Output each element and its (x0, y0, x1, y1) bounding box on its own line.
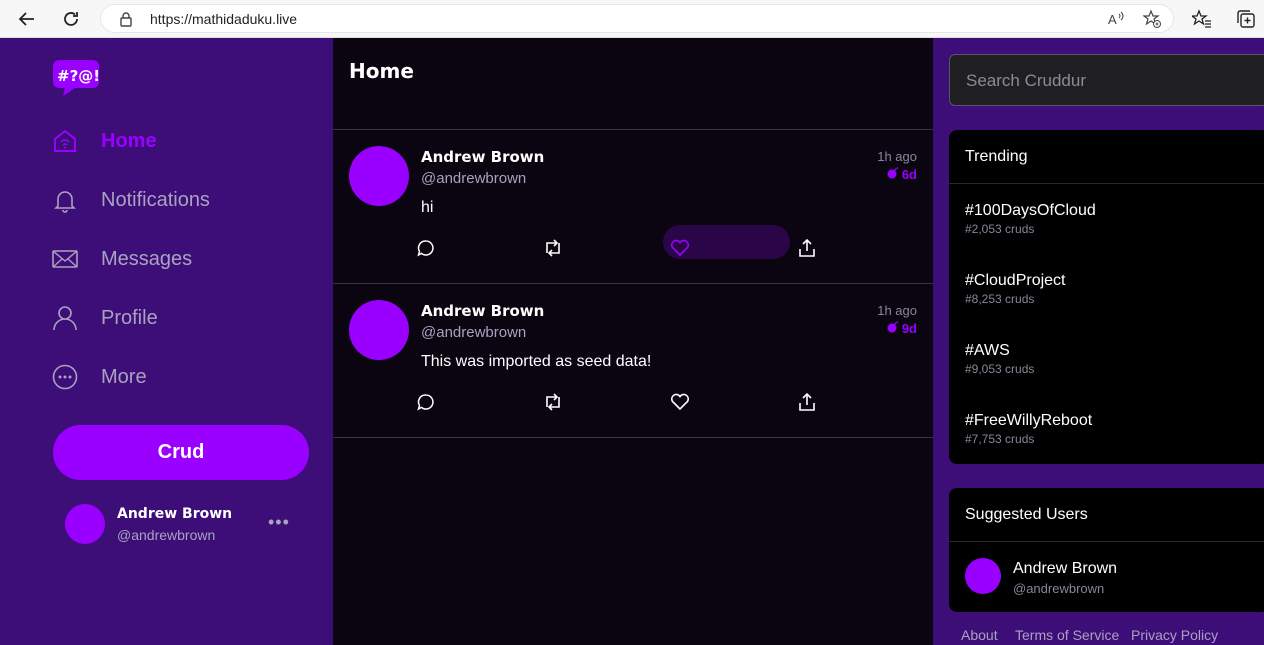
post-author-name[interactable]: Andrew Brown (421, 148, 544, 166)
nav-more-label: More (101, 365, 147, 388)
trend-item[interactable]: #100DaysOfCloud #2,053 cruds (965, 202, 1096, 236)
bell-icon (52, 187, 78, 213)
user-menu-button[interactable]: ••• (268, 512, 290, 533)
avatar[interactable] (349, 146, 409, 206)
current-user[interactable]: Andrew Brown @andrewbrown ••• (65, 504, 305, 548)
post-author-name[interactable]: Andrew Brown (421, 302, 544, 320)
like-icon[interactable] (666, 388, 694, 416)
search-placeholder: Search Cruddur (966, 71, 1087, 90)
current-user-name: Andrew Brown (117, 506, 233, 522)
post-text: hi (421, 199, 434, 216)
nav-messages[interactable]: Messages (52, 239, 192, 279)
post-expiry: 9d (886, 320, 917, 336)
browser-toolbar: https://mathidaduku.live A (0, 0, 1264, 38)
repost-icon[interactable] (539, 388, 567, 416)
nav-notifications-label: Notifications (101, 188, 210, 211)
envelope-icon (52, 246, 78, 272)
nav-profile[interactable]: Profile (52, 298, 158, 338)
bomb-icon (886, 166, 899, 182)
trend-count: #2,053 cruds (965, 222, 1035, 236)
refresh-icon[interactable] (58, 6, 84, 32)
page-title: Home (349, 59, 414, 83)
footer-about-link[interactable]: About (961, 627, 998, 643)
address-bar[interactable]: https://mathidaduku.live A (100, 4, 1174, 33)
current-user-handle: @andrewbrown (117, 527, 216, 543)
post-author-handle[interactable]: @andrewbrown (421, 170, 526, 187)
post-expiry-value: 9d (901, 320, 917, 336)
read-aloud-icon[interactable]: A (1107, 10, 1125, 33)
collections-icon[interactable] (1234, 7, 1258, 31)
post-item[interactable]: Andrew Brown @andrewbrown This was impor… (333, 284, 933, 438)
like-icon[interactable] (666, 234, 694, 262)
divider (949, 183, 1264, 184)
share-icon[interactable] (793, 234, 821, 262)
reply-icon[interactable] (412, 388, 440, 416)
post-expiry: 6d (886, 166, 917, 182)
avatar[interactable] (349, 300, 409, 360)
svg-text:A: A (1108, 12, 1117, 27)
left-sidebar: #?@! Home Notifications Messages Profile… (0, 38, 333, 645)
trend-tag[interactable]: #FreeWillyReboot (965, 412, 1092, 430)
trend-count: #7,753 cruds (965, 432, 1035, 446)
post-expiry-value: 6d (901, 166, 917, 182)
trend-item[interactable]: #AWS #9,053 cruds (965, 342, 1034, 376)
feed-header: Home (333, 38, 933, 130)
avatar[interactable] (965, 558, 1001, 594)
lock-icon (119, 11, 133, 32)
search-input[interactable]: Search Cruddur (949, 54, 1264, 106)
crud-button[interactable]: Crud (53, 425, 309, 480)
trend-item[interactable]: #CloudProject #8,253 cruds (965, 272, 1066, 306)
trend-tag[interactable]: #AWS (965, 342, 1034, 360)
back-icon[interactable] (14, 6, 40, 32)
share-icon[interactable] (793, 388, 821, 416)
post-time: 1h ago (877, 303, 917, 318)
reply-icon[interactable] (412, 234, 440, 262)
divider (949, 541, 1264, 542)
bomb-icon (886, 320, 899, 336)
main-feed: Home Andrew Brown @andrewbrown hi 1h ago… (333, 38, 933, 645)
nav-home[interactable]: Home (52, 121, 157, 161)
avatar (65, 504, 105, 544)
more-circle-icon (52, 364, 78, 390)
favorite-add-icon[interactable] (1142, 9, 1161, 33)
nav-profile-label: Profile (101, 306, 158, 329)
home-icon (52, 128, 78, 154)
url-text[interactable]: https://mathidaduku.live (150, 11, 297, 27)
nav-more[interactable]: More (52, 357, 147, 397)
post-author-handle[interactable]: @andrewbrown (421, 324, 526, 341)
trend-item[interactable]: #FreeWillyReboot #7,753 cruds (965, 412, 1092, 446)
trending-title: Trending (965, 148, 1028, 165)
repost-icon[interactable] (539, 234, 567, 262)
footer-terms-link[interactable]: Terms of Service (1015, 627, 1119, 643)
suggested-title: Suggested Users (965, 506, 1088, 523)
right-sidebar: Search Cruddur Trending #100DaysOfCloud … (933, 38, 1264, 645)
trending-box: Trending #100DaysOfCloud #2,053 cruds #C… (949, 130, 1264, 464)
trend-count: #8,253 cruds (965, 292, 1035, 306)
suggested-users-box: Suggested Users Andrew Brown @andrewbrow… (949, 488, 1264, 612)
post-text: This was imported as seed data! (421, 353, 652, 370)
suggested-user-name[interactable]: Andrew Brown (1013, 560, 1117, 578)
cruddur-logo[interactable]: #?@! (53, 58, 101, 98)
post-item[interactable]: Andrew Brown @andrewbrown hi 1h ago 6d (333, 130, 933, 284)
footer-privacy-link[interactable]: Privacy Policy (1131, 627, 1218, 643)
post-time: 1h ago (877, 149, 917, 164)
trend-count: #9,053 cruds (965, 362, 1035, 376)
person-icon (52, 305, 78, 331)
logo-text: #?@! (57, 67, 101, 85)
suggested-user-handle: @andrewbrown (1013, 581, 1105, 596)
nav-messages-label: Messages (101, 247, 193, 270)
trend-tag[interactable]: #100DaysOfCloud (965, 202, 1096, 220)
nav-notifications[interactable]: Notifications (52, 180, 210, 220)
trend-tag[interactable]: #CloudProject (965, 272, 1066, 290)
nav-home-label: Home (101, 129, 157, 152)
favorites-icon[interactable] (1190, 7, 1214, 31)
